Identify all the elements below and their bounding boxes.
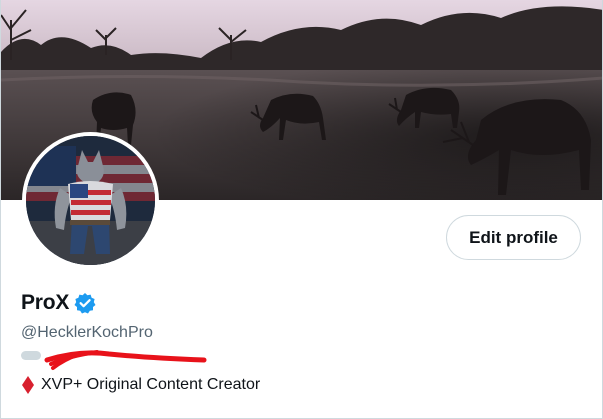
profile-header: Edit profile ProX @HecklerKochPro XVP+ O… [0, 0, 603, 419]
name-row: ProX [21, 291, 96, 315]
edit-profile-button[interactable]: Edit profile [446, 215, 581, 260]
profile-handle: @HecklerKochPro [21, 324, 153, 341]
red-scribble-annotation [44, 350, 207, 370]
bio-text: XVP+ Original Content Creator [41, 376, 261, 393]
verified-badge-icon[interactable] [74, 292, 96, 314]
red-diamond-icon [21, 375, 35, 395]
profile-bio: XVP+ Original Content Creator [21, 375, 260, 395]
display-name: ProX [21, 291, 70, 314]
avatar-image [26, 136, 155, 265]
profile-avatar[interactable] [22, 132, 159, 269]
redacted-pill [21, 351, 41, 360]
